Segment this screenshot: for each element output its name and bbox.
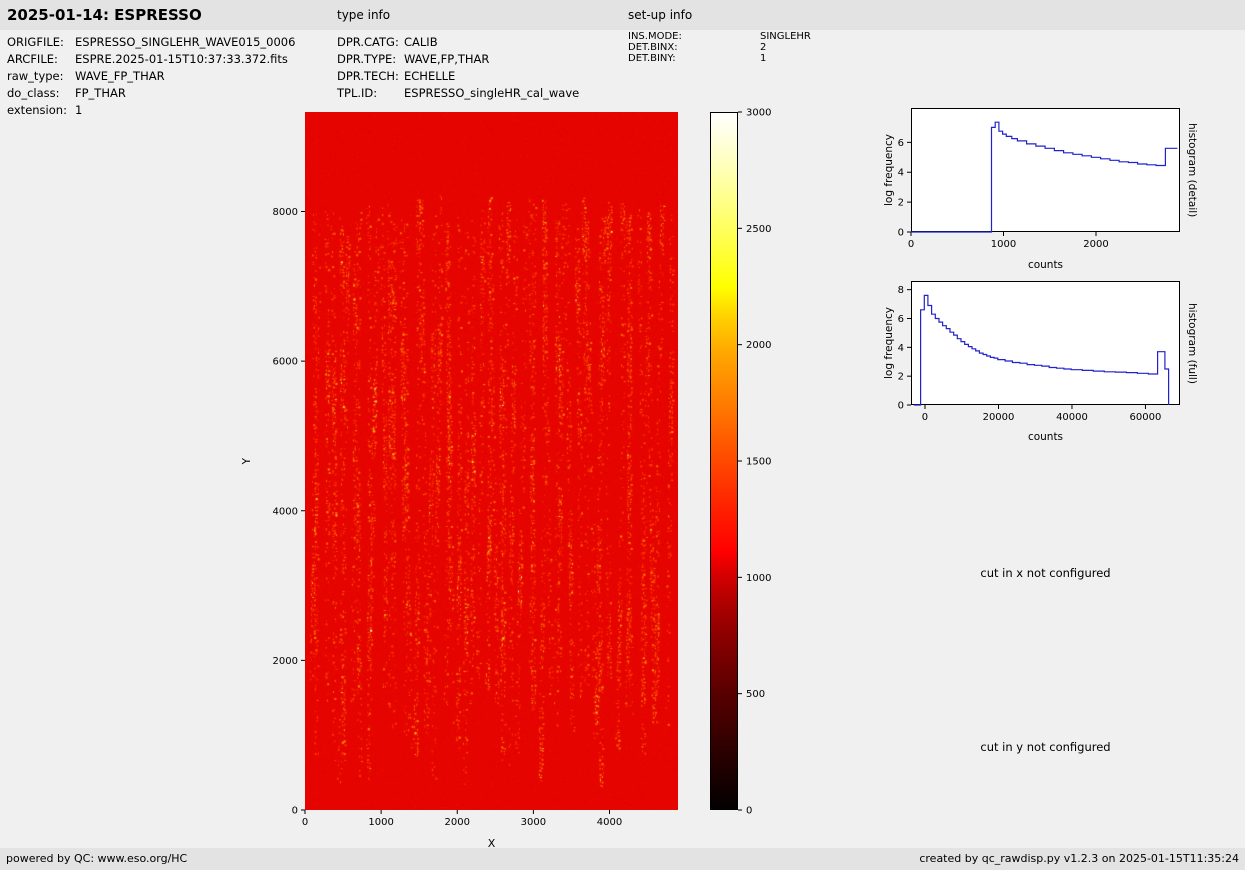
svg-text:4000: 4000 xyxy=(273,506,298,517)
histogram-full-plot: 0 20000 40000 60000 0 2 4 6 8 xyxy=(898,281,1180,423)
meta-label: ORIGFILE: xyxy=(7,34,64,49)
meta-label: DPR.TYPE: xyxy=(337,51,397,66)
meta-label: do_class: xyxy=(7,85,60,100)
meta-value: CALIB xyxy=(404,34,438,49)
svg-text:0: 0 xyxy=(292,806,298,817)
histogram-detail-ylabel: log frequency xyxy=(883,133,895,206)
svg-text:1000: 1000 xyxy=(368,817,393,828)
svg-text:4000: 4000 xyxy=(597,817,622,828)
meta-value: 2 xyxy=(760,42,767,53)
svg-text:6: 6 xyxy=(898,314,904,325)
histogram-full-xlabel: counts xyxy=(1027,431,1064,443)
svg-text:2: 2 xyxy=(898,372,904,383)
meta-row: DET.BINY: 1 xyxy=(628,53,811,64)
svg-text:8000: 8000 xyxy=(273,207,298,218)
svg-text:2000: 2000 xyxy=(1083,239,1108,250)
footer-bar: powered by QC: www.eso.org/HC created by… xyxy=(0,848,1245,870)
meta-value: 1 xyxy=(75,102,83,117)
svg-text:2000: 2000 xyxy=(746,340,771,351)
svg-text:60000: 60000 xyxy=(1130,412,1162,423)
colorbar-ticks: 0 500 1000 1500 2000 2500 3000 xyxy=(738,108,771,817)
meta-value: WAVE_FP_THAR xyxy=(75,68,165,83)
svg-text:0: 0 xyxy=(302,817,308,828)
svg-text:0: 0 xyxy=(922,412,928,423)
meta-value: ESPRESSO_SINGLEHR_WAVE015_0006 xyxy=(75,34,296,49)
meta-label: ARCFILE: xyxy=(7,51,58,66)
main-plot-ylabel: Y xyxy=(241,457,253,465)
meta-row: DET.BINX: 2 xyxy=(628,42,811,53)
type-info-block: DPR.CATG: CALIB DPR.TYPE: WAVE,FP,THAR DPR.T… xyxy=(337,33,579,101)
histogram-detail-right-label: histogram (detail) xyxy=(1186,122,1198,218)
svg-text:3000: 3000 xyxy=(521,817,546,828)
meta-value: WAVE,FP,THAR xyxy=(404,51,490,66)
svg-text:4: 4 xyxy=(898,343,904,354)
svg-text:1000: 1000 xyxy=(746,573,771,584)
raw-image-canvas xyxy=(305,112,678,810)
meta-value: 1 xyxy=(760,53,767,64)
header-bar: 2025-01-14: ESPRESSO type info set-up in… xyxy=(0,0,1245,30)
svg-text:4: 4 xyxy=(898,168,904,179)
meta-row: do_class: FP_THAR xyxy=(7,84,295,101)
meta-label: DPR.TECH: xyxy=(337,68,399,83)
histogram-detail-xlabel: counts xyxy=(1027,259,1064,271)
type-info-heading: type info xyxy=(337,8,391,22)
svg-text:1500: 1500 xyxy=(746,457,771,468)
meta-row: TPL.ID: ESPRESSO_singleHR_cal_wave xyxy=(337,84,579,101)
meta-row: DPR.CATG: CALIB xyxy=(337,33,579,50)
svg-text:1000: 1000 xyxy=(991,239,1016,250)
meta-label: DET.BINX: xyxy=(628,42,678,53)
footer-right-text: created by qc_rawdisp.py v1.2.3 on 2025-… xyxy=(919,852,1239,865)
cut-y-message: cut in y not configured xyxy=(980,740,1111,754)
histogram-detail-plot: 0 1000 2000 0 2 4 6 xyxy=(898,108,1180,250)
svg-text:0: 0 xyxy=(898,401,904,412)
meta-row: ORIGFILE: ESPRESSO_SINGLEHR_WAVE015_0006 xyxy=(7,33,295,50)
meta-value: ESPRESSO_singleHR_cal_wave xyxy=(404,85,580,100)
meta-row: INS.MODE: SINGLEHR xyxy=(628,31,811,42)
footer-left-text: powered by QC: www.eso.org/HC xyxy=(6,852,188,865)
svg-text:0: 0 xyxy=(898,228,904,239)
svg-text:6000: 6000 xyxy=(273,357,298,368)
svg-text:500: 500 xyxy=(746,689,765,700)
meta-label: DPR.CATG: xyxy=(337,34,399,49)
meta-value: FP_THAR xyxy=(75,85,126,100)
cut-x-message: cut in x not configured xyxy=(980,566,1111,580)
meta-row: DPR.TYPE: WAVE,FP,THAR xyxy=(337,50,579,67)
meta-row: ARCFILE: ESPRE.2025-01-15T10:37:33.372.fi… xyxy=(7,50,295,67)
histogram-full-ylabel: log frequency xyxy=(883,306,895,379)
meta-value: ESPRE.2025-01-15T10:37:33.372.fits xyxy=(75,51,288,66)
meta-label: TPL.ID: xyxy=(337,85,378,100)
svg-text:0: 0 xyxy=(908,239,914,250)
page-title: 2025-01-14: ESPRESSO xyxy=(7,6,202,24)
meta-value: ECHELLE xyxy=(404,68,456,83)
meta-label: extension: xyxy=(7,102,67,117)
file-info-block: ORIGFILE: ESPRESSO_SINGLEHR_WAVE015_0006 A… xyxy=(7,33,295,118)
meta-label: raw_type: xyxy=(7,68,64,83)
setup-info-block: INS.MODE: SINGLEHR DET.BINX: 2 DET.BINY: 1 xyxy=(628,31,811,64)
svg-text:3000: 3000 xyxy=(746,108,771,119)
svg-text:6: 6 xyxy=(898,138,904,149)
svg-text:2000: 2000 xyxy=(445,817,470,828)
svg-text:20000: 20000 xyxy=(983,412,1015,423)
svg-text:8: 8 xyxy=(898,285,904,296)
svg-text:2: 2 xyxy=(898,198,904,209)
meta-value: SINGLEHR xyxy=(760,31,811,42)
qc-report-page: 2025-01-14: ESPRESSO type info set-up in… xyxy=(0,0,1245,870)
svg-text:0: 0 xyxy=(746,806,752,817)
meta-label: INS.MODE: xyxy=(628,31,682,42)
svg-text:40000: 40000 xyxy=(1056,412,1088,423)
setup-info-heading: set-up info xyxy=(628,8,693,22)
svg-text:2500: 2500 xyxy=(746,224,771,235)
meta-row: DPR.TECH: ECHELLE xyxy=(337,67,579,84)
histogram-full-right-label: histogram (full) xyxy=(1186,302,1198,384)
svg-text:2000: 2000 xyxy=(273,656,298,667)
meta-label: DET.BINY: xyxy=(628,53,676,64)
meta-row: raw_type: WAVE_FP_THAR xyxy=(7,67,295,84)
